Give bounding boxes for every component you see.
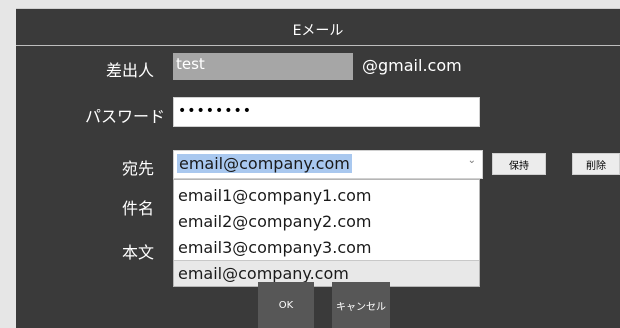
subject-label: 件名 [122,199,155,218]
delete-button[interactable]: 削除 [572,153,620,175]
chevron-down-icon[interactable]: ⌄ [468,155,476,166]
to-value[interactable]: email@company.com [177,154,352,173]
sender-domain: @gmail.com [362,56,462,75]
password-field[interactable]: •••••••• [173,97,480,127]
keep-button[interactable]: 保持 [492,153,546,175]
ok-button[interactable]: OK [258,282,314,328]
password-label: パスワード [85,107,166,126]
email-dialog: Eメール 差出人 test @gmail.com パスワード •••••••• … [16,8,620,328]
cancel-button[interactable]: キャンセル [332,282,390,328]
to-dropdown-list: email1@company1.com email2@company2.com … [173,179,480,287]
sender-field[interactable]: test [173,53,353,80]
dropdown-option[interactable]: email3@company3.com [174,235,479,261]
dropdown-option[interactable]: email2@company2.com [174,209,479,235]
dropdown-option-selected[interactable]: email@company.com [174,260,479,286]
to-combobox[interactable]: email@company.com ⌄ [173,150,483,179]
dropdown-option[interactable]: email1@company1.com [174,183,479,209]
sender-label: 差出人 [106,61,155,80]
body-label: 本文 [122,243,155,262]
dialog-title: Eメール [16,15,620,46]
to-label: 宛先 [122,159,155,178]
